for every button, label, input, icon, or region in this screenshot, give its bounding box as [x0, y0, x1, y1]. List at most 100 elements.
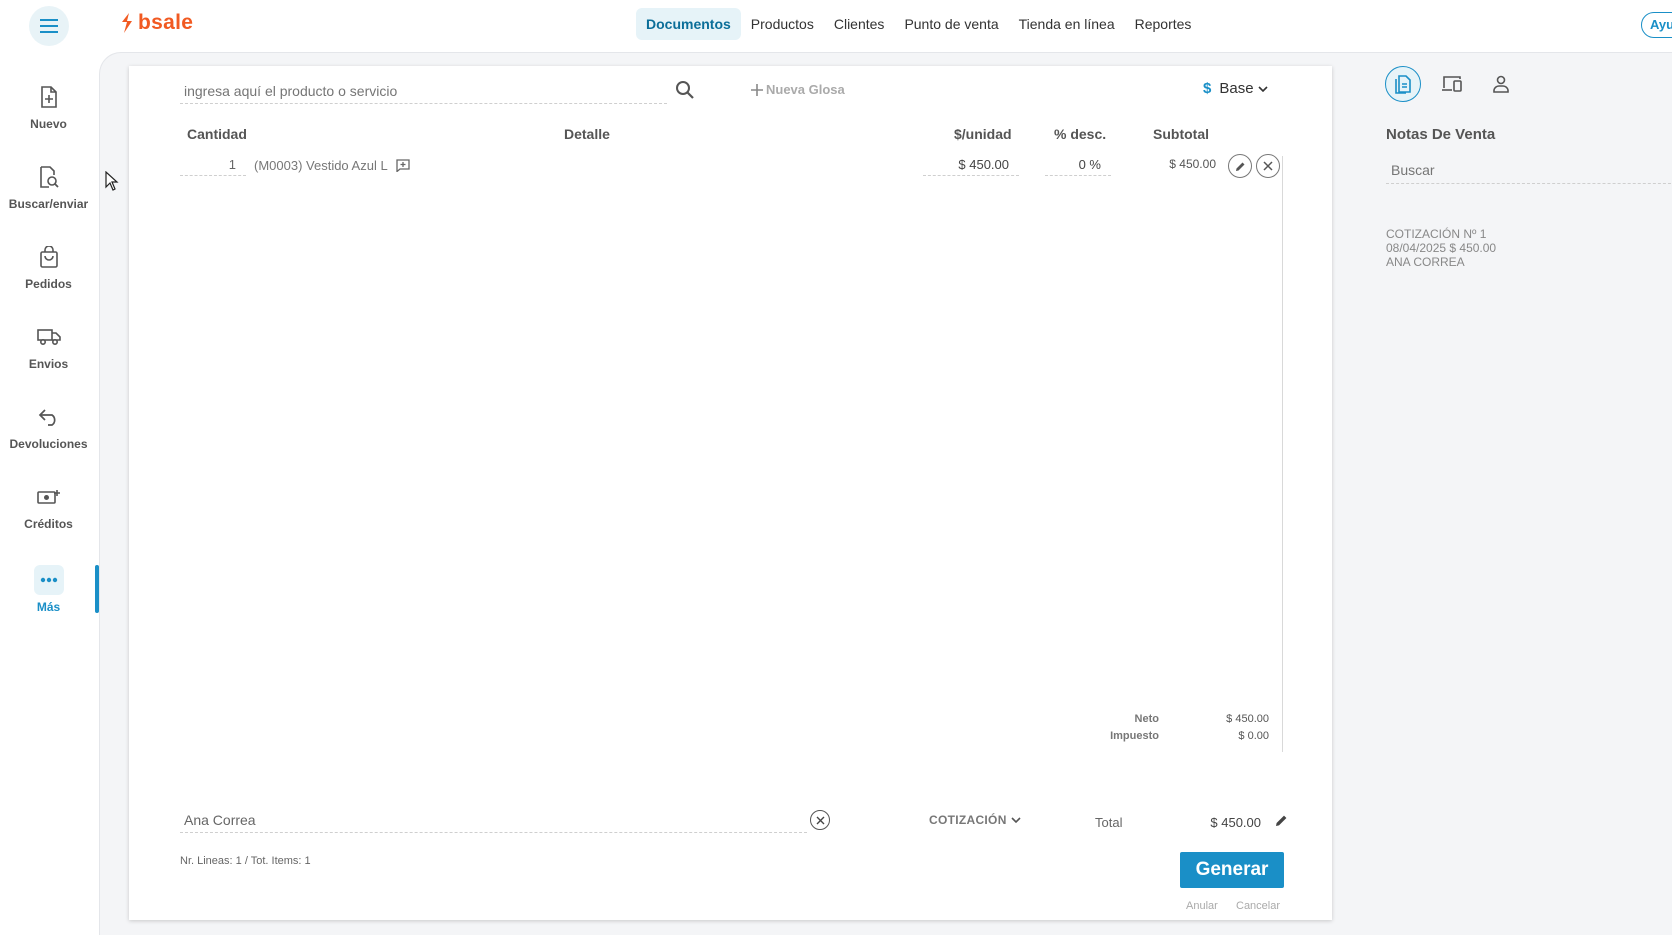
line-subtotal: $ 450.00	[1169, 157, 1216, 171]
nav-punto-de-venta[interactable]: Punto de venta	[894, 8, 1008, 40]
help-button[interactable]: Ayu	[1641, 12, 1672, 38]
lines-scrollbar[interactable]	[1282, 156, 1283, 752]
pencil-icon	[1235, 162, 1244, 171]
table-row: 1 (M0003) Vestido Azul L $ 450.00 0 % $ …	[180, 154, 1280, 184]
sidebar-label: Buscar/enviar	[8, 197, 89, 211]
product-search-input[interactable]	[180, 80, 667, 102]
price-list-label: Base	[1219, 80, 1254, 97]
shopping-bag-icon	[34, 242, 64, 272]
new-document-icon	[34, 82, 64, 112]
sidebar-label: Pedidos	[25, 277, 72, 291]
column-header-detalle: Detalle	[564, 126, 610, 142]
client-field	[180, 809, 807, 833]
documents-icon	[1395, 75, 1411, 94]
app-root: bsale Documentos Productos Clientes Punt…	[0, 0, 1672, 935]
sidebar-item-mas[interactable]: Más	[0, 565, 97, 629]
nav-tienda-en-linea[interactable]: Tienda en línea	[1009, 8, 1125, 40]
price-list-symbol: $	[1203, 80, 1212, 97]
line-detail-text: (M0003) Vestido Azul L	[254, 158, 388, 173]
close-icon	[816, 816, 824, 824]
nav-documentos[interactable]: Documentos	[636, 8, 741, 40]
nav-productos[interactable]: Productos	[741, 8, 824, 40]
note-client: ANA CORREA	[1386, 255, 1465, 269]
nav-clientes[interactable]: Clientes	[824, 8, 895, 40]
price-list-select[interactable]: $ Base	[1203, 80, 1268, 97]
bsale-logo-icon	[122, 13, 132, 33]
more-dots-icon	[33, 565, 64, 595]
discount-input[interactable]: 0 %	[1045, 154, 1111, 176]
logo-text: bsale	[138, 11, 194, 34]
lines-summary: Nr. Lineas: 1 / Tot. Items: 1	[180, 855, 311, 867]
pencil-icon	[1276, 815, 1287, 826]
sidebar-label: Nuevo	[30, 117, 67, 131]
left-sidebar: Nuevo Buscar/enviar Pedidos Envios Devol…	[0, 50, 99, 935]
tab-documents[interactable]	[1385, 66, 1421, 102]
edit-total-button[interactable]	[1275, 814, 1288, 832]
notes-search-field	[1386, 162, 1672, 184]
generate-button[interactable]: Generar	[1180, 852, 1284, 888]
neto-label: Neto	[1134, 713, 1159, 725]
user-icon	[1493, 75, 1509, 93]
search-icon[interactable]	[675, 80, 695, 105]
list-item[interactable]: COTIZACIÓN Nº 1 08/04/2025 $ 450.00 ANA …	[1386, 227, 1496, 269]
column-header-descuento: % desc.	[1054, 126, 1107, 142]
column-header-cantidad: Cantidad	[187, 126, 247, 142]
sidebar-item-devoluciones[interactable]: Devoluciones	[0, 402, 97, 466]
column-header-subtotal: Subtotal	[1153, 126, 1209, 142]
sidebar-item-nuevo[interactable]: Nuevo	[0, 82, 97, 146]
edit-line-button[interactable]	[1228, 154, 1252, 178]
bsale-logo[interactable]: bsale	[120, 11, 193, 35]
sidebar-label: Envios	[28, 357, 69, 371]
total-value: $ 450.00	[1210, 815, 1261, 830]
product-search-field	[180, 80, 667, 104]
notes-search-input[interactable]	[1386, 162, 1672, 178]
sidebar-item-pedidos[interactable]: Pedidos	[0, 242, 97, 306]
impuesto-value: $ 0.00	[1238, 730, 1269, 742]
client-input[interactable]	[180, 809, 807, 831]
mouse-cursor-icon	[105, 170, 119, 196]
clear-client-button[interactable]	[810, 810, 830, 830]
sidebar-label: Más	[36, 600, 61, 614]
credit-cash-icon	[34, 482, 64, 512]
sidebar-label: Créditos	[24, 517, 73, 531]
sidebar-item-envios[interactable]: Envios	[0, 322, 97, 386]
hamburger-icon	[40, 19, 58, 33]
unit-price-input[interactable]: $ 450.00	[923, 154, 1019, 176]
search-document-icon	[34, 162, 64, 192]
chevron-down-icon	[1257, 85, 1268, 92]
main-nav: Documentos Productos Clientes Punto de v…	[636, 8, 1201, 40]
document-card: Nueva Glosa $ Base Cantidad Detalle $/un…	[129, 66, 1332, 920]
note-title: COTIZACIÓN Nº 1	[1386, 227, 1487, 241]
nueva-glosa-label: Nueva Glosa	[766, 82, 845, 97]
quantity-input[interactable]: 1	[180, 154, 246, 176]
return-arrow-icon	[34, 402, 64, 432]
sidebar-item-creditos[interactable]: Créditos	[0, 482, 97, 546]
tab-devices[interactable]	[1434, 66, 1470, 102]
plus-icon	[751, 83, 763, 96]
cancelar-link[interactable]: Cancelar	[1236, 900, 1280, 912]
top-bar: bsale Documentos Productos Clientes Punt…	[0, 0, 1672, 50]
nueva-glosa-button[interactable]: Nueva Glosa	[751, 82, 845, 97]
document-type-label: COTIZACIÓN	[929, 813, 1007, 827]
right-panel-tabs	[1385, 66, 1532, 102]
sidebar-label: Devoluciones	[9, 437, 88, 451]
tab-user[interactable]	[1483, 66, 1519, 102]
column-header-unidad: $/unidad	[954, 126, 1012, 142]
nav-reportes[interactable]: Reportes	[1125, 8, 1202, 40]
neto-value: $ 450.00	[1226, 713, 1269, 725]
notes-panel-title: Notas De Venta	[1386, 126, 1496, 143]
total-label: Total	[1095, 815, 1123, 830]
line-detail: (M0003) Vestido Azul L	[254, 158, 410, 173]
devices-icon	[1442, 76, 1462, 92]
add-comment-icon[interactable]	[396, 159, 410, 172]
truck-icon	[34, 322, 64, 352]
document-type-select[interactable]: COTIZACIÓN	[929, 813, 1021, 827]
chevron-down-icon	[1011, 817, 1021, 823]
note-date-amount: 08/04/2025 $ 450.00	[1386, 241, 1497, 255]
anular-link[interactable]: Anular	[1186, 900, 1218, 912]
sidebar-item-buscar-enviar[interactable]: Buscar/enviar	[0, 162, 97, 226]
close-icon	[1263, 161, 1273, 171]
hamburger-menu-button[interactable]	[29, 6, 69, 46]
impuesto-label: Impuesto	[1110, 730, 1159, 742]
remove-line-button[interactable]	[1256, 154, 1280, 178]
